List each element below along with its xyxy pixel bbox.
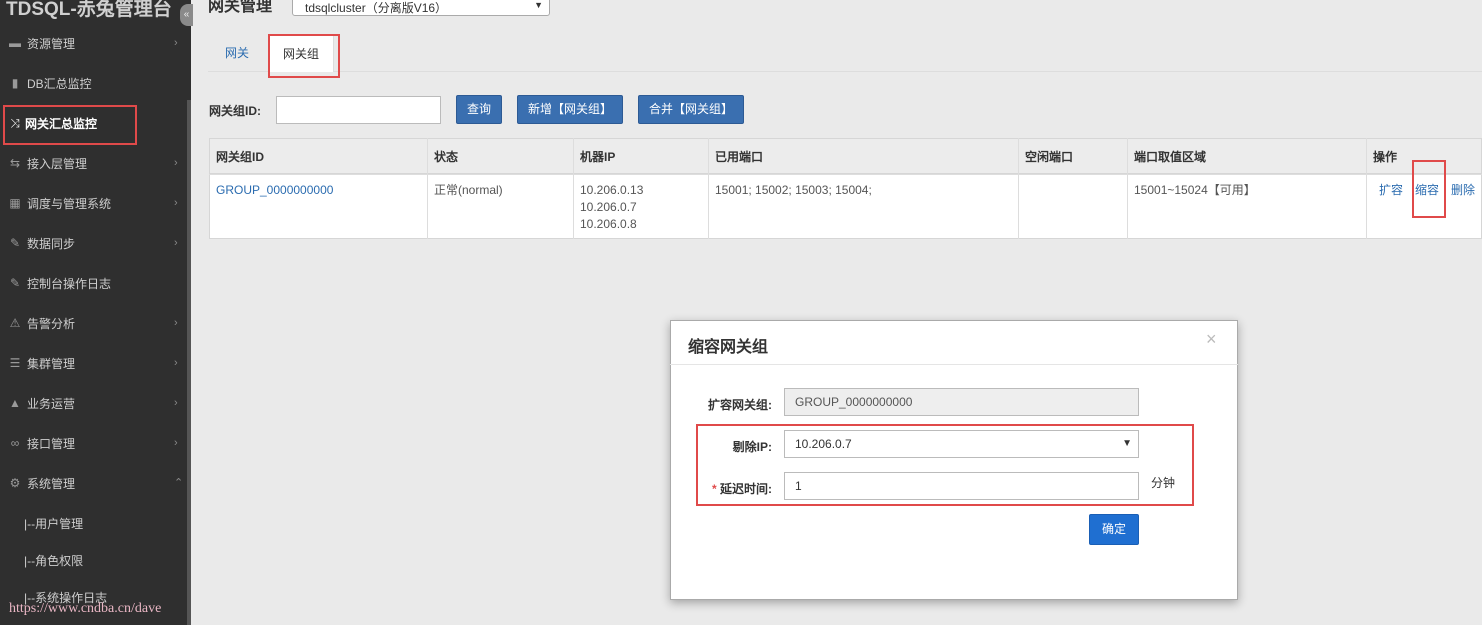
chevron-right-icon: › (174, 37, 178, 49)
highlight-box (268, 34, 340, 78)
used-ports: 15001; 15002; 15003; 15004; (715, 183, 872, 197)
column-divider (708, 138, 709, 239)
query-button[interactable]: 查询 (456, 95, 502, 124)
sidebar-item-label: 资源管理 (27, 37, 76, 51)
sidebar-item-label: 接口管理 (27, 437, 76, 451)
modal-divider (670, 364, 1238, 365)
column-divider (1018, 138, 1019, 239)
sidebar-item-resource[interactable]: ▬ 资源管理 › (0, 24, 191, 64)
gear-icon: ⚙ (9, 476, 21, 490)
tab-gateway[interactable]: 网关 (214, 34, 260, 72)
sidebar-item-interface[interactable]: ∞ 接口管理 › (0, 424, 191, 464)
page-title: 网关管理 (208, 0, 273, 15)
column-header[interactable]: 空闲端口 (1025, 148, 1073, 165)
chevron-right-icon: › (174, 237, 178, 249)
watermark: https://www.cndba.cn/dave (9, 601, 162, 616)
highlight-box (3, 105, 137, 145)
confirm-button[interactable]: 确定 (1089, 514, 1139, 545)
link-icon: ∞ (10, 436, 20, 450)
close-icon[interactable]: × (1206, 329, 1217, 350)
table-header (209, 138, 1482, 174)
column-header[interactable]: 端口取值区域 (1134, 148, 1206, 165)
add-group-button[interactable]: 新增【网关组】 (517, 95, 623, 124)
highlight-box (1412, 160, 1446, 218)
column-divider (427, 138, 428, 239)
sidebar-item-label: 系统管理 (27, 477, 76, 491)
sidebar-item-label: 告警分析 (27, 317, 76, 331)
column-header[interactable]: 网关组ID (216, 148, 264, 165)
merge-group-button[interactable]: 合并【网关组】 (638, 95, 744, 124)
sidebar-item-label: 接入层管理 (27, 157, 88, 171)
database-icon: ▮ (11, 76, 19, 90)
expand-link[interactable]: 扩容 (1379, 182, 1403, 199)
column-header[interactable]: 已用端口 (715, 148, 763, 165)
port-range: 15001~15024【可用】 (1134, 183, 1256, 197)
cluster-select[interactable]: tdsqlcluster（分离版V16） ▼ (292, 0, 550, 16)
cluster-select-value: tdsqlcluster（分离版V16） (305, 1, 448, 15)
list-icon: ☰ (9, 356, 21, 370)
group-label: 扩容网关组: (708, 398, 772, 412)
chevron-right-icon: › (174, 357, 178, 369)
sidebar-item-access-layer[interactable]: ⇆ 接入层管理 › (0, 144, 191, 184)
machine-ip: 10.206.0.8 (580, 217, 637, 231)
server-icon: ▬ (9, 36, 21, 50)
sidebar-item-system[interactable]: ⚙ 系统管理 ⌃ (0, 464, 191, 504)
machine-ip: 10.206.0.13 (580, 183, 644, 197)
app-title: TDSQL-赤兔管理台 (6, 0, 172, 20)
tab-divider (208, 71, 1482, 72)
column-header[interactable]: 机器IP (580, 148, 615, 165)
group-id-link[interactable]: GROUP_0000000000 (216, 182, 333, 199)
column-divider (573, 138, 574, 239)
group-id-label: 网关组ID: (209, 104, 261, 118)
sidebar-item-label: 集群管理 (27, 357, 76, 371)
sidebar-item-label: 控制台操作日志 (27, 277, 112, 291)
sidebar-scrollbar[interactable] (187, 100, 191, 625)
chevron-up-icon: ⌃ (174, 477, 184, 489)
sidebar-subitem-roles[interactable]: |--角色权限 (24, 552, 83, 569)
sidebar-item-business[interactable]: ▲ 业务运营 › (0, 384, 191, 424)
sidebar-item-label: 数据同步 (27, 237, 76, 251)
sidebar-item-scheduling[interactable]: ▦ 调度与管理系统 › (0, 184, 191, 224)
group-id-input[interactable] (276, 96, 441, 124)
row-divider (209, 174, 1482, 175)
collapse-sidebar-icon[interactable]: « (180, 4, 193, 26)
column-divider (1127, 138, 1128, 239)
column-header[interactable]: 状态 (434, 148, 458, 165)
delete-link[interactable]: 删除 (1451, 182, 1475, 199)
chevron-right-icon: › (174, 197, 178, 209)
modal-title: 缩容网关组 (688, 339, 769, 356)
wrench-icon: ✎ (9, 236, 21, 250)
retweet-icon: ⇆ (9, 156, 21, 170)
sidebar-item-db-monitor[interactable]: ▮ DB汇总监控 (0, 64, 191, 104)
machine-ip: 10.206.0.7 (580, 200, 637, 214)
column-divider (1366, 138, 1367, 239)
column-header: 操作 (1373, 150, 1398, 164)
sidebar-item-cluster[interactable]: ☰ 集群管理 › (0, 344, 191, 384)
highlight-box (696, 424, 1194, 506)
group-field: GROUP_0000000000 (784, 388, 1139, 416)
chevron-right-icon: › (174, 157, 178, 169)
chevron-down-icon: ▼ (534, 0, 543, 10)
chevron-right-icon: › (174, 397, 178, 409)
sidebar-item-label: 调度与管理系统 (27, 197, 112, 211)
sidebar: TDSQL-赤兔管理台 ▬ 资源管理 › ▮ DB汇总监控 ⤨ 网关汇总监控 ⇆… (0, 0, 191, 625)
road-icon: ▲ (9, 396, 21, 410)
sidebar-item-console-log[interactable]: ✎ 控制台操作日志 (0, 264, 191, 304)
sidebar-item-label: DB汇总监控 (27, 77, 92, 91)
status-text: 正常(normal) (434, 183, 503, 197)
warning-icon: ⚠ (9, 316, 21, 330)
sidebar-item-data-sync[interactable]: ✎ 数据同步 › (0, 224, 191, 264)
chevron-right-icon: › (174, 437, 178, 449)
grid-icon: ▦ (9, 196, 21, 210)
wrench-icon: ✎ (9, 276, 21, 290)
sidebar-item-label: 业务运营 (27, 397, 76, 411)
sidebar-item-alarm[interactable]: ⚠ 告警分析 › (0, 304, 191, 344)
chevron-right-icon: › (174, 317, 178, 329)
sidebar-subitem-users[interactable]: |--用户管理 (24, 515, 83, 532)
